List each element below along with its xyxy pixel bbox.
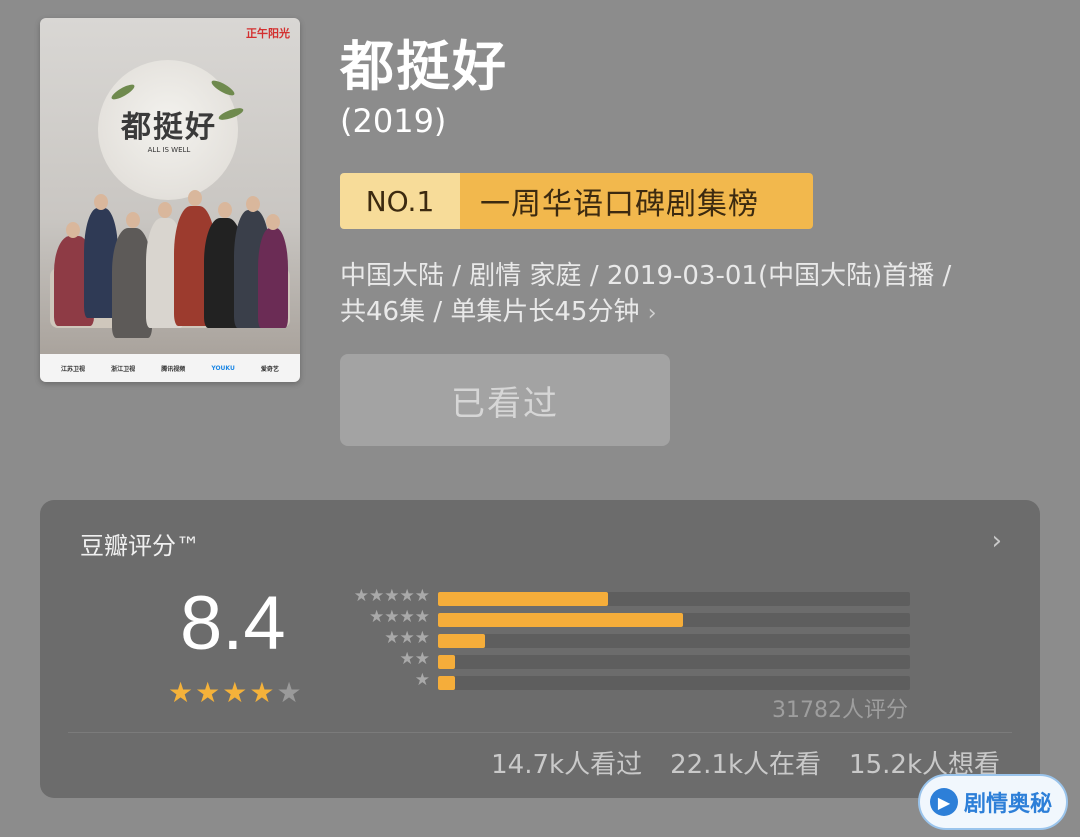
score-stars: ★★★★★: [168, 676, 304, 709]
rank-label: 一周华语口碑剧集榜: [460, 173, 813, 229]
show-title: 都挺好: [340, 35, 508, 98]
star-empty-icon: ★: [276, 676, 304, 709]
distribution-stars-icon: ★★★: [384, 628, 430, 648]
watched-button[interactable]: 已看过: [340, 354, 670, 446]
poster-brand: 正午阳光: [246, 27, 290, 40]
distribution-stars-icon: ★: [414, 670, 430, 690]
distribution-row: ★★: [334, 649, 914, 672]
broadcaster-logo: 爱奇艺: [260, 365, 279, 373]
broadcaster-logo: 腾讯视频: [161, 365, 186, 373]
rating-distribution: ★★★★★ ★★★★ ★★★ ★★ ★: [334, 586, 914, 693]
rating-score: 8.4: [180, 581, 286, 666]
poster-logo-subtitle: ALL IS WELL: [147, 146, 191, 154]
douban-rating-card[interactable]: 豆瓣评分™ › 8.4 ★★★★★ ★★★★★ ★★★★ ★★★ ★★ ★ 31782人…: [40, 500, 1040, 798]
meta-line-2-row: 共46集 / 单集片长45分钟 ›: [340, 294, 1040, 332]
chevron-right-icon: ›: [647, 301, 657, 326]
divider: [68, 732, 1012, 733]
star-filled-icon: ★: [195, 676, 223, 709]
rating-card-title: 豆瓣评分™: [80, 532, 200, 560]
watermark-badge: ▶ 剧情奥秘: [918, 774, 1068, 830]
distribution-bar: [438, 592, 608, 606]
broadcaster-logo: 江苏卫视: [61, 365, 86, 373]
poster-cast: [54, 188, 288, 338]
broadcaster-logo: YOUKU: [211, 364, 235, 372]
distribution-track: [438, 655, 910, 669]
distribution-row: ★★★★★: [334, 586, 914, 609]
meta-line-1: 中国大陆 / 剧情 家庭 / 2019-03-01(中国大陆)首播 /: [340, 261, 952, 291]
poster-broadcaster-logos: 江苏卫视 浙江卫视 腾讯视频 YOUKU 爱奇艺: [40, 354, 300, 382]
show-poster[interactable]: 正午阳光 都挺好 ALL IS WELL 江苏卫视 浙江卫视 腾讯视频 YOUK…: [40, 18, 300, 382]
distribution-stars-icon: ★★★★: [369, 607, 430, 627]
show-year: (2019): [340, 102, 447, 140]
audience-stats: 14.7k人看过 22.1k人在看 15.2k人想看: [491, 744, 1000, 781]
rank-badge[interactable]: NO.1 一周华语口碑剧集榜: [340, 173, 813, 229]
vote-count: 31782人评分: [772, 698, 908, 723]
poster-logo-text: 都挺好: [121, 110, 217, 145]
distribution-track: [438, 634, 910, 648]
distribution-stars-icon: ★★★★★: [353, 586, 430, 606]
distribution-bar: [438, 634, 485, 648]
meta-line-2: 共46集 / 单集片长45分钟: [340, 297, 640, 327]
play-icon: ▶: [930, 788, 958, 816]
watching-count[interactable]: 22.1k人在看: [670, 744, 821, 781]
distribution-row: ★★★★: [334, 607, 914, 630]
distribution-track: [438, 676, 910, 690]
poster-top-strip: 正午阳光: [40, 18, 300, 48]
star-filled-icon: ★: [249, 676, 277, 709]
distribution-bar: [438, 655, 455, 669]
distribution-stars-icon: ★★: [399, 649, 430, 669]
distribution-row: ★: [334, 670, 914, 693]
rank-number: NO.1: [340, 173, 460, 229]
watched-count[interactable]: 14.7k人看过: [491, 744, 642, 781]
distribution-row: ★★★: [334, 628, 914, 651]
distribution-bar: [438, 676, 455, 690]
watermark-text: 剧情奥秘: [964, 792, 1053, 817]
show-meta[interactable]: 中国大陆 / 剧情 家庭 / 2019-03-01(中国大陆)首播 / 共46集…: [340, 258, 1040, 332]
distribution-bar: [438, 613, 683, 627]
broadcaster-logo: 浙江卫视: [111, 365, 136, 373]
chevron-right-icon[interactable]: ›: [992, 526, 1002, 556]
star-filled-icon: ★: [222, 676, 250, 709]
star-filled-icon: ★: [168, 676, 196, 709]
